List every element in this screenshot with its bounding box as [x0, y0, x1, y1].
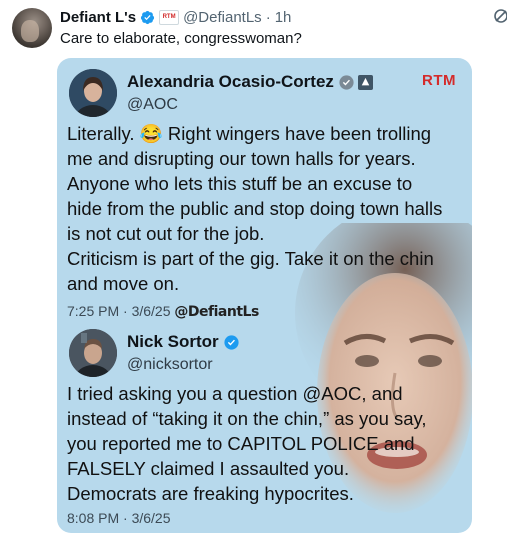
nick-name: Nick Sortor [127, 332, 219, 351]
aoc-line-3: Anyone who lets this stuff be an excuse … [67, 173, 413, 194]
aoc-verified-icon [339, 74, 354, 90]
aoc-meta: 7:25 PM · 3/6/25 @DefiantLs [67, 303, 259, 320]
aoc-line-7: and move on. [67, 273, 180, 294]
tweet-media-image[interactable]: RTM Alexandria Ocasio-Cortez @AOC Litera… [57, 58, 472, 533]
nick-avatar [69, 329, 117, 377]
aoc-name: Alexandria Ocasio-Cortez [127, 72, 334, 91]
aoc-line-4: hide from the public and stop doing town… [67, 198, 443, 219]
aoc-post-time: 7:25 PM · 3/6/25 [67, 303, 171, 319]
author-handle[interactable]: @DefiantLs [183, 9, 262, 26]
nick-verified-icon [224, 334, 239, 350]
rtm-watermark: RTM [422, 72, 456, 89]
nick-line-5: Democrats are freaking hypocrites. [67, 483, 354, 504]
nick-line-3: you reported me to CAPITOL POLICE and [67, 433, 415, 454]
aoc-line-6: Criticism is part of the gig. Take it on… [67, 248, 434, 269]
aoc-line-5: is not cut out for the job. [67, 223, 265, 244]
nick-line-4: FALSELY claimed I assaulted you. [67, 458, 350, 479]
tweet-header: Defiant L's RTM @DefiantLs · 1h [60, 7, 477, 27]
nick-post-text: I tried asking you a question @AOC, and … [67, 381, 427, 506]
verified-badge-icon [141, 10, 155, 24]
aoc-avatar [69, 69, 117, 117]
nick-line-2: instead of “taking it on the chin,” as y… [67, 408, 427, 429]
author-name[interactable]: Defiant L's [60, 9, 136, 26]
nick-name-row: Nick Sortor [127, 332, 240, 352]
aoc-line-2: me and disrupting our town halls for yea… [67, 148, 416, 169]
tweet-text: Care to elaborate, congresswoman? [60, 30, 302, 47]
aoc-handle: @AOC [127, 96, 178, 113]
rtm-badge: RTM [159, 9, 180, 25]
defiantls-watermark: @DefiantLs [174, 304, 259, 320]
timestamp[interactable]: 1h [275, 9, 292, 26]
separator-dot: · [265, 8, 271, 26]
nick-line-1: I tried asking you a question @AOC, and [67, 383, 403, 404]
nick-post-time: 8:08 PM · 3/6/25 [67, 510, 171, 526]
grok-icon[interactable] [493, 8, 507, 24]
government-badge-icon [357, 74, 373, 90]
aoc-line-1: Literally. 😂 Right wingers have been tro… [67, 123, 432, 144]
aoc-name-row: Alexandria Ocasio-Cortez [127, 72, 373, 92]
author-avatar[interactable] [12, 8, 52, 48]
aoc-post-text: Literally. 😂 Right wingers have been tro… [67, 121, 442, 296]
nick-handle: @nicksortor [127, 356, 213, 373]
